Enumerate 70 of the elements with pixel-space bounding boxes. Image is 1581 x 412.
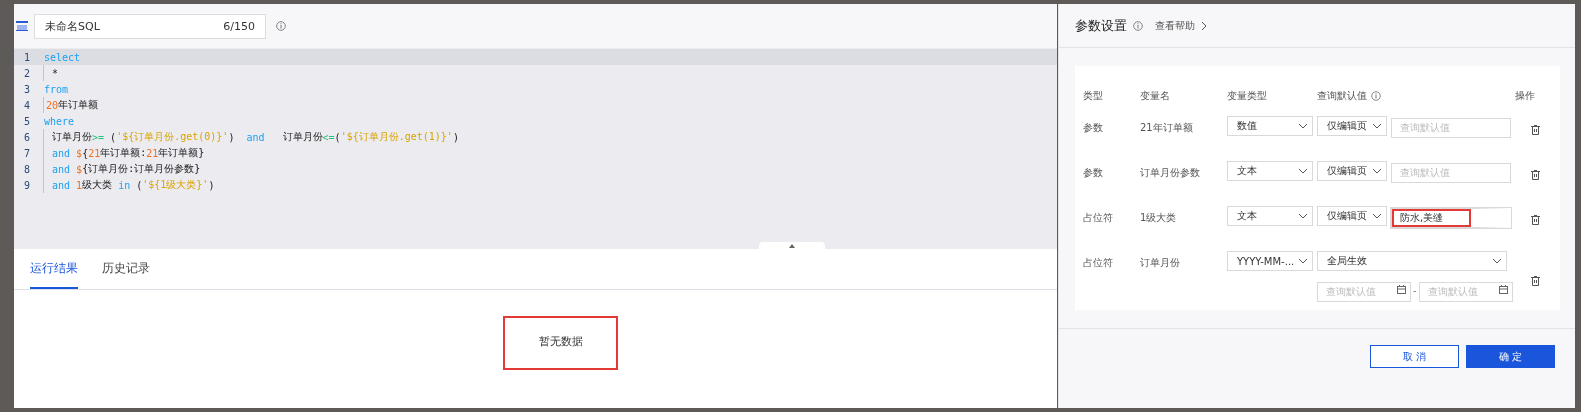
type-select[interactable]: 文本 bbox=[1227, 206, 1313, 226]
result-tab[interactable]: 历史记录 bbox=[102, 249, 150, 289]
table-cell-text: 占位符 bbox=[1083, 211, 1114, 225]
table-cell-text: 1级大类 bbox=[1140, 211, 1178, 225]
default-value-field[interactable]: 防水,美缝 bbox=[1391, 208, 1511, 228]
trash-icon[interactable] bbox=[1531, 125, 1540, 135]
column-header: 操作 bbox=[1515, 89, 1536, 103]
trash-icon[interactable] bbox=[1531, 276, 1540, 286]
confirm-button[interactable]: 确 定 bbox=[1466, 345, 1555, 368]
line-number: 9 bbox=[23, 179, 32, 191]
line-number: 8 bbox=[23, 163, 32, 175]
line-number: 6 bbox=[23, 131, 32, 143]
info-icon bbox=[276, 21, 286, 31]
chevron-down-icon bbox=[1372, 213, 1382, 219]
line-number: 2 bbox=[23, 67, 32, 79]
column-header: 类型 bbox=[1083, 89, 1104, 103]
help-link[interactable]: 查看帮助 bbox=[1155, 18, 1207, 33]
line-number: 3 bbox=[23, 83, 32, 95]
date-field[interactable]: 查询默认值 bbox=[1418, 281, 1513, 302]
sql-file-icon bbox=[16, 21, 28, 31]
line-number: 5 bbox=[23, 115, 32, 127]
chevron-down-icon bbox=[1298, 168, 1308, 174]
chevron-down-icon bbox=[1298, 123, 1308, 129]
panel-title: 参数设置 bbox=[1075, 16, 1127, 35]
table-cell-text: 订单月份 bbox=[1140, 256, 1181, 270]
trash-icon[interactable] bbox=[1531, 215, 1540, 225]
chevron-down-icon bbox=[1372, 168, 1382, 174]
code-text: and 1级大类 in ('${1级大类}') bbox=[43, 177, 215, 193]
scope-select[interactable]: 仅编辑页 bbox=[1317, 206, 1387, 226]
calendar-icon bbox=[1397, 285, 1406, 294]
code-text: where bbox=[43, 114, 75, 129]
type-select[interactable]: 文本 bbox=[1227, 161, 1313, 181]
type-select[interactable]: 数值 bbox=[1227, 116, 1313, 136]
empty-state-text: 暂无数据 bbox=[503, 316, 618, 370]
default-value-field[interactable]: 查询默认值 bbox=[1391, 117, 1511, 138]
table-cell-text: 参数 bbox=[1083, 166, 1104, 180]
calendar-icon bbox=[1498, 285, 1508, 294]
chevron-down-icon bbox=[1372, 123, 1382, 129]
resize-handle[interactable] bbox=[759, 242, 825, 249]
scope-select[interactable]: 全局生效 bbox=[1317, 251, 1507, 271]
type-select[interactable]: YYYY-MM-... bbox=[1227, 251, 1313, 271]
cancel-button[interactable]: 取 消 bbox=[1370, 345, 1459, 368]
character-counter: 6/150 bbox=[223, 19, 255, 33]
info-icon bbox=[1371, 91, 1381, 101]
table-cell-text: 21年订单额 bbox=[1140, 121, 1194, 135]
info-icon bbox=[1133, 20, 1143, 31]
default-value-field[interactable]: 查询默认值 bbox=[1391, 162, 1511, 183]
scope-select[interactable]: 仅编辑页 bbox=[1317, 116, 1387, 136]
chevron-down-icon bbox=[1298, 213, 1308, 219]
code-editor[interactable]: 1 select 2 * 3 from 4 20年订单额 5 where 6 订单月份>= ('${订单月份.get(0)}') and 订单月份<=('${订单月份.get(1)}') 7 and ${21年订单额:21年订单额} 8 and ${订单月份:订单月份参数} 9 and 1级大类 in ('${1级大类}') bbox=[14, 48, 1057, 249]
result-tab[interactable]: 运行结果 bbox=[30, 249, 78, 289]
chevron-right-icon bbox=[1201, 20, 1207, 31]
line-number: 7 bbox=[23, 147, 32, 159]
column-header: 变量类型 bbox=[1227, 89, 1268, 103]
query-name-field[interactable]: 未命名SQL 6/150 bbox=[34, 13, 266, 39]
trash-icon[interactable] bbox=[1531, 170, 1540, 180]
column-header: 变量名 bbox=[1140, 89, 1171, 103]
code-text: from bbox=[43, 82, 69, 97]
table-cell-text: 订单月份参数 bbox=[1140, 166, 1201, 180]
date-field[interactable]: 查询默认值 bbox=[1317, 281, 1411, 302]
table-cell-text: 占位符 bbox=[1083, 256, 1114, 270]
column-header: 查询默认值 bbox=[1317, 76, 1515, 116]
line-number: 4 bbox=[23, 99, 32, 111]
range-separator: - bbox=[1413, 284, 1417, 296]
table-cell-text: 参数 bbox=[1083, 121, 1104, 135]
chevron-down-icon bbox=[1298, 258, 1308, 264]
scope-select[interactable]: 仅编辑页 bbox=[1317, 161, 1387, 181]
line-number: 1 bbox=[23, 51, 32, 63]
chevron-down-icon bbox=[1492, 258, 1502, 264]
code-text: select bbox=[43, 50, 81, 65]
